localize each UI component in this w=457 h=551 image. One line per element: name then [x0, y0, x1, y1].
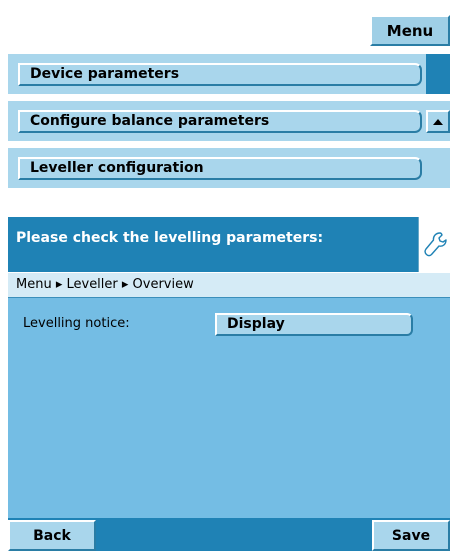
menu-row-leveller-configuration: Leveller configuration: [8, 148, 450, 188]
device-parameters-button[interactable]: Device parameters: [18, 63, 422, 86]
levelling-notice-label: Levelling notice:: [23, 316, 130, 331]
menu-button[interactable]: Menu: [370, 15, 450, 46]
device-parameters-label: Device parameters: [30, 66, 180, 82]
levelling-notice-select[interactable]: Display: [215, 313, 413, 336]
levelling-notice-value: Display: [227, 316, 285, 332]
scroll-up-button[interactable]: [426, 110, 450, 133]
menu-row-configure-balance: Configure balance parameters: [8, 101, 450, 141]
back-button[interactable]: Back: [8, 520, 96, 551]
leveller-configuration-label: Leveller configuration: [30, 160, 204, 176]
save-button[interactable]: Save: [372, 520, 450, 551]
breadcrumb: Menu ▸ Leveller ▸ Overview: [8, 272, 450, 298]
leveller-configuration-button[interactable]: Leveller configuration: [18, 157, 422, 180]
arrow-up-icon: [433, 118, 443, 125]
configure-balance-button[interactable]: Configure balance parameters: [18, 110, 422, 133]
save-button-label: Save: [391, 527, 431, 544]
back-button-label: Back: [33, 527, 71, 544]
panel-header: Please check the levelling parameters:: [8, 217, 418, 272]
menu-row-device-parameters: Device parameters: [8, 54, 450, 94]
breadcrumb-text: Menu ▸ Leveller ▸ Overview: [16, 277, 194, 292]
configure-balance-label: Configure balance parameters: [30, 113, 270, 129]
menu-button-label: Menu: [386, 21, 434, 40]
scrollbar-track[interactable]: [426, 54, 450, 94]
panel-title: Please check the levelling parameters:: [16, 230, 324, 246]
wrench-icon: [423, 231, 447, 256]
settings-icon-box[interactable]: [418, 217, 450, 272]
